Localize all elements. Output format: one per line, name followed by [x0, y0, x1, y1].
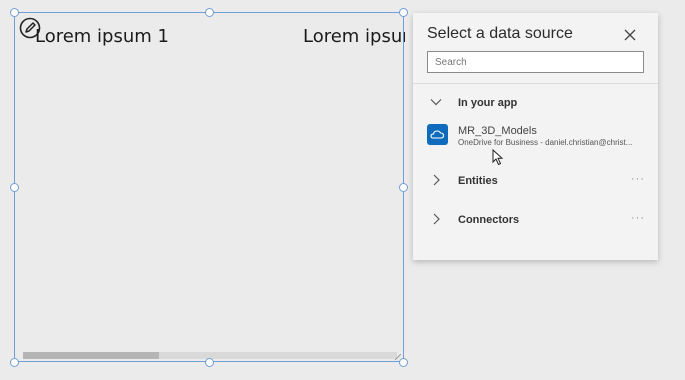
- panel-divider: [413, 83, 658, 84]
- section-label: Entities: [458, 175, 498, 187]
- section-connectors[interactable]: Connectors ···: [413, 208, 658, 232]
- gallery-item-title-1: Lorem ipsum 1: [35, 26, 169, 47]
- section-label: In your app: [458, 97, 518, 109]
- data-source-name: MR_3D_Models: [458, 125, 537, 137]
- chevron-right-icon: [433, 213, 440, 225]
- section-entities[interactable]: Entities ···: [413, 169, 658, 193]
- select-data-source-panel: Select a data source In your app MR_3D_M…: [413, 13, 658, 260]
- section-in-your-app[interactable]: In your app: [413, 91, 658, 115]
- resize-handle-middle-right[interactable]: [399, 183, 408, 192]
- scrollbar-thumb[interactable]: [23, 352, 159, 359]
- onedrive-icon: [427, 124, 448, 145]
- gallery-control[interactable]: Lorem ipsum 1 Lorem ipsum: [14, 12, 405, 362]
- resize-handle-bottom-right[interactable]: [399, 358, 408, 367]
- section-label: Connectors: [458, 214, 520, 226]
- resize-handle-bottom-left[interactable]: [10, 358, 19, 367]
- data-source-item[interactable]: MR_3D_Models OneDrive for Business - dan…: [427, 124, 649, 150]
- gallery-item-title-2: Lorem ipsum: [303, 26, 405, 47]
- data-source-subtitle: OneDrive for Business - daniel.christian…: [458, 138, 633, 147]
- resize-handle-top-left[interactable]: [10, 8, 19, 17]
- resize-handle-middle-left[interactable]: [10, 183, 19, 192]
- resize-handle-top-center[interactable]: [205, 8, 214, 17]
- chevron-down-icon: [430, 99, 442, 106]
- more-options-icon[interactable]: ···: [631, 212, 645, 224]
- more-options-icon[interactable]: ···: [631, 173, 645, 185]
- close-icon[interactable]: [620, 25, 640, 45]
- mouse-pointer-icon: [492, 149, 504, 166]
- chevron-right-icon: [433, 174, 440, 186]
- panel-title: Select a data source: [427, 25, 573, 42]
- search-input[interactable]: [427, 51, 644, 73]
- resize-handle-bottom-center[interactable]: [205, 358, 214, 367]
- resize-handle-top-right[interactable]: [399, 8, 408, 17]
